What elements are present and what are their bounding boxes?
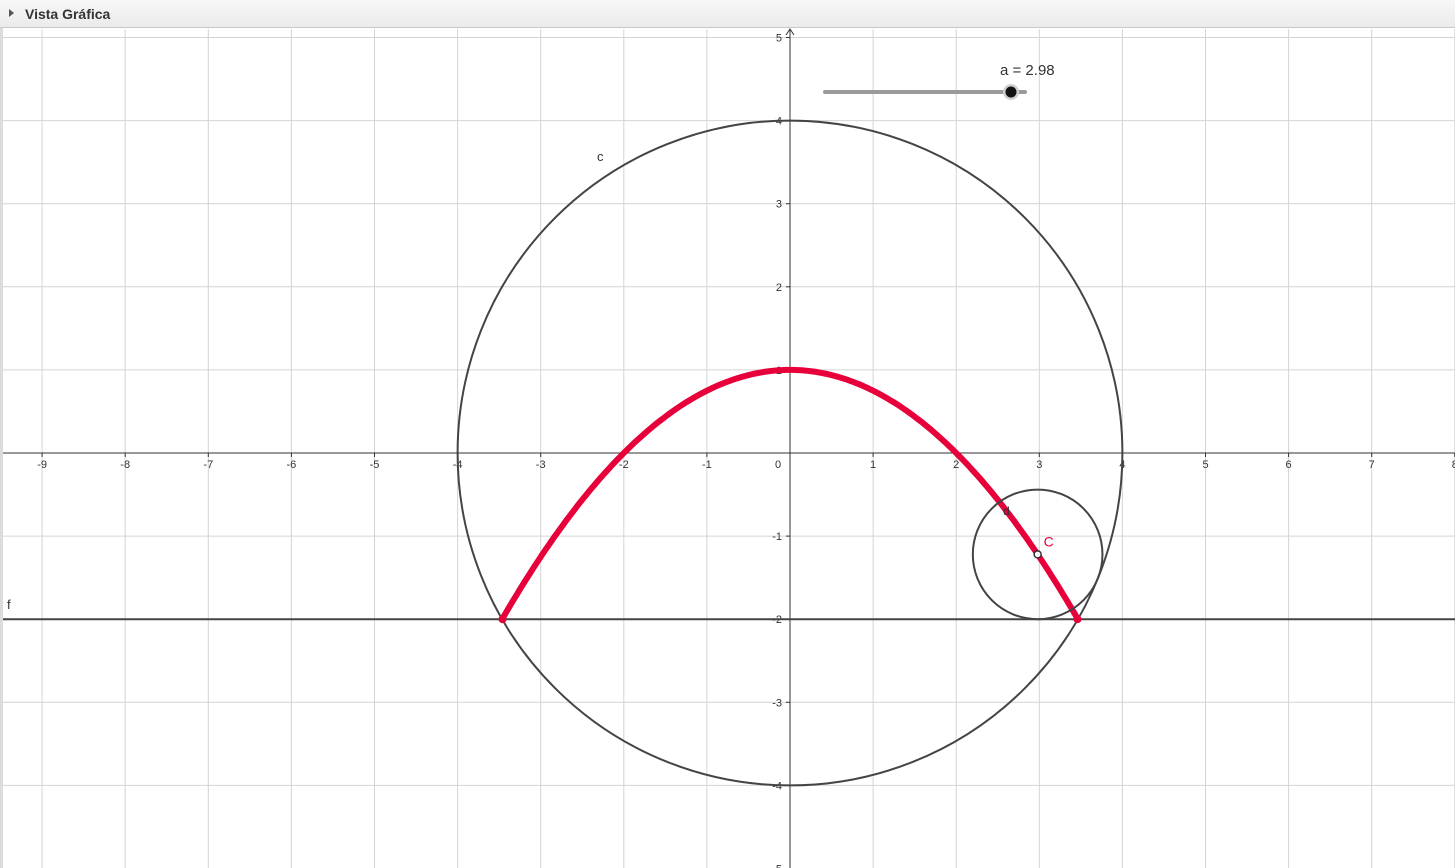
- circle-c-label: c: [597, 149, 604, 164]
- point-C[interactable]: [1033, 550, 1042, 559]
- x-tick-label: -2: [619, 459, 629, 471]
- graphics-canvas[interactable]: -9-8-7-6-5-4-3-2-1012345678-5-4-3-2-1123…: [0, 0, 1455, 868]
- slider-knob[interactable]: [1005, 86, 1017, 98]
- y-tick-label: -3: [772, 697, 782, 709]
- x-tick-label: 0: [775, 459, 781, 471]
- y-tick-label: 2: [776, 282, 782, 294]
- x-tick-label: -6: [287, 459, 297, 471]
- x-tick-label: 6: [1286, 459, 1292, 471]
- y-tick-label: 3: [776, 199, 782, 211]
- x-tick-label: -8: [120, 459, 130, 471]
- x-tick-label: 7: [1369, 459, 1375, 471]
- x-tick-label: 5: [1202, 459, 1208, 471]
- slider-a[interactable]: [823, 84, 1027, 100]
- x-tick-label: 1: [870, 459, 876, 471]
- slider-label: a = 2.98: [1000, 62, 1055, 79]
- axes: [3, 28, 1455, 868]
- geogebra-window: Vista Gráfica -9 -8 -7 -6 -5 -4 -3 -2 -1 0 1 2 3 4 5 6 7…: [0, 0, 1455, 868]
- line-f-label: f: [7, 597, 11, 612]
- x-tick-label: 2: [953, 459, 959, 471]
- locus-endpoint-left: [498, 615, 507, 624]
- y-tick-label: -5: [772, 864, 782, 868]
- grid: [3, 29, 1455, 868]
- x-tick-label: -9: [37, 459, 47, 471]
- x-tick-label: -1: [702, 459, 712, 471]
- locus-endpoint-right: [1073, 615, 1082, 624]
- x-tick-label: -7: [203, 459, 213, 471]
- x-tick-label: 3: [1036, 459, 1042, 471]
- y-tick-label: 5: [776, 33, 782, 45]
- y-tick-label: -4: [772, 780, 782, 792]
- circle-d-label: d: [1003, 504, 1010, 518]
- tick-labels: -9-8-7-6-5-4-3-2-1012345678-5-4-3-2-1123…: [37, 33, 1455, 868]
- x-tick-label: -3: [536, 459, 546, 471]
- point-C-label: C: [1044, 533, 1054, 549]
- y-tick-label: -1: [772, 531, 782, 543]
- x-tick-label: -5: [370, 459, 380, 471]
